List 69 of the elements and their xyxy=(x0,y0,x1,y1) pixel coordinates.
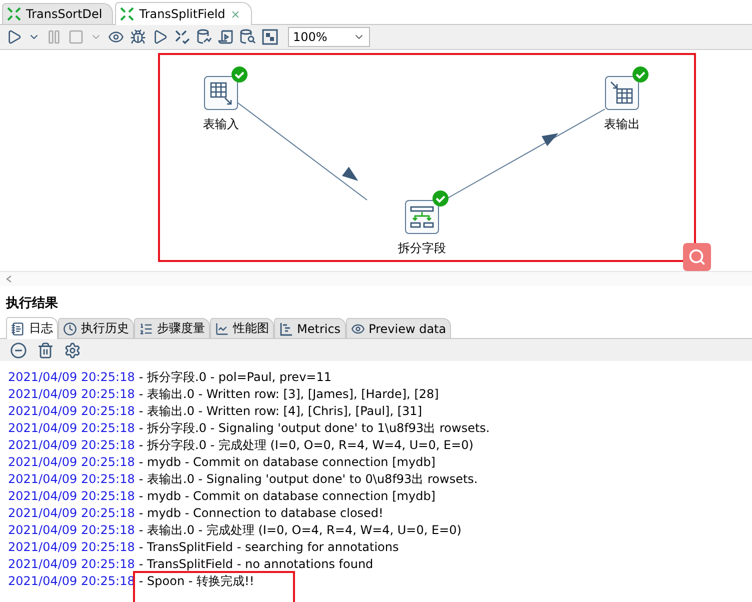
step-label: 表输出 xyxy=(604,116,640,133)
log-timestamp: 2021/04/09 20:25:18 xyxy=(8,471,135,488)
log-message: - mydb - Connection to database closed! xyxy=(138,505,384,522)
numbered-list-icon xyxy=(139,322,153,336)
log-message: - 表输出.0 - Written row: [3], [James], [Harde], [28] xyxy=(138,386,439,403)
log-timestamp: 2021/04/09 20:25:18 xyxy=(8,369,135,386)
log-timestamp: 2021/04/09 20:25:18 xyxy=(8,522,135,539)
log-message: - mydb - Commit on database connection [mydb] xyxy=(138,454,436,471)
check-transformation-icon[interactable] xyxy=(174,29,190,45)
result-tab[interactable]: Preview data xyxy=(346,318,452,338)
log-message: - 表输出.0 - Written row: [4], [Chris], [Paul], [31] xyxy=(138,403,422,420)
zoom-search-button[interactable] xyxy=(683,243,711,271)
result-tab[interactable]: 性能图 xyxy=(210,318,274,338)
result-tab[interactable]: 执行历史 xyxy=(58,318,134,338)
line-chart-icon xyxy=(215,322,229,336)
minus-circle-icon[interactable] xyxy=(10,342,27,358)
close-icon[interactable] xyxy=(230,8,242,20)
transformation-icon xyxy=(7,7,21,21)
log-message: - Spoon - 转换完成!! xyxy=(138,573,254,590)
log-message: - TransSplitField - no annotations found xyxy=(138,556,374,573)
table-output-icon xyxy=(609,80,635,106)
log-timestamp: 2021/04/09 20:25:18 xyxy=(8,437,135,454)
step-node[interactable] xyxy=(204,76,238,110)
scroll-left-icon[interactable] xyxy=(6,275,12,283)
log-message: - 表输出.0 - Signaling 'output done' to 0\u8f93出 rowsets. xyxy=(138,471,478,488)
log-message: - TransSplitField - searching for annotations xyxy=(138,539,399,556)
editor-tab[interactable]: TransSplitField xyxy=(115,2,252,25)
log-timestamp: 2021/04/09 20:25:18 xyxy=(8,505,135,522)
transformation-icon xyxy=(120,7,134,21)
log-timestamp: 2021/04/09 20:25:18 xyxy=(8,556,135,573)
grid-layout-icon[interactable] xyxy=(262,29,278,45)
bug-icon[interactable] xyxy=(130,29,146,45)
search-icon xyxy=(688,248,706,266)
result-tab[interactable]: Metrics xyxy=(274,318,346,338)
eye-icon xyxy=(350,322,365,336)
log-message: - mydb - Commit on database connection [mydb] xyxy=(138,488,436,505)
log-timestamp: 2021/04/09 20:25:18 xyxy=(8,420,135,437)
zoom-dropdown[interactable]: 100% xyxy=(288,27,370,47)
table-input-icon xyxy=(208,80,234,106)
notebook-icon xyxy=(11,322,25,336)
log-timestamp: 2021/04/09 20:25:18 xyxy=(8,539,135,556)
split-field-icon xyxy=(409,204,435,230)
step-label: 拆分字段 xyxy=(398,240,446,257)
panel-title: 执行结果 xyxy=(4,295,59,313)
editor-tab[interactable]: TransSortDel xyxy=(2,3,114,24)
log-message: - 拆分字段.0 - Signaling 'output done' to 1\u8f93出 rowsets. xyxy=(138,420,490,437)
log-message: - 拆分字段.0 - pol=Paul, prev=11 xyxy=(138,369,332,386)
trash-icon[interactable] xyxy=(37,342,54,358)
log-timestamp: 2021/04/09 20:25:18 xyxy=(8,403,135,420)
database-search-icon[interactable] xyxy=(240,29,256,45)
replay-icon[interactable] xyxy=(152,29,168,45)
step-label: 表输入 xyxy=(203,116,239,133)
log-message: - 表输出.0 - 完成处理 (I=0, O=4, R=4, W=4, U=0, E=0) xyxy=(138,522,462,539)
log-timestamp: 2021/04/09 20:25:18 xyxy=(8,454,135,471)
database-chart-icon[interactable] xyxy=(196,29,212,45)
log-timestamp: 2021/04/09 20:25:18 xyxy=(8,488,135,505)
gantt-icon xyxy=(279,322,293,336)
script-icon[interactable] xyxy=(218,29,234,45)
clock-icon xyxy=(63,322,77,336)
result-tab[interactable]: 步骤度量 xyxy=(134,318,210,338)
eye-icon[interactable] xyxy=(108,29,124,45)
run-icon[interactable] xyxy=(6,29,22,45)
result-tab[interactable]: 日志 xyxy=(6,317,58,339)
settings-icon[interactable] xyxy=(64,342,81,358)
log-message: - 拆分字段.0 - 完成处理 (I=0, O=0, R=4, W=4, U=0, E=0) xyxy=(138,437,474,454)
log-timestamp: 2021/04/09 20:25:18 xyxy=(8,573,135,590)
log-timestamp: 2021/04/09 20:25:18 xyxy=(8,386,135,403)
step-node[interactable] xyxy=(605,76,639,110)
step-node[interactable] xyxy=(405,200,439,234)
